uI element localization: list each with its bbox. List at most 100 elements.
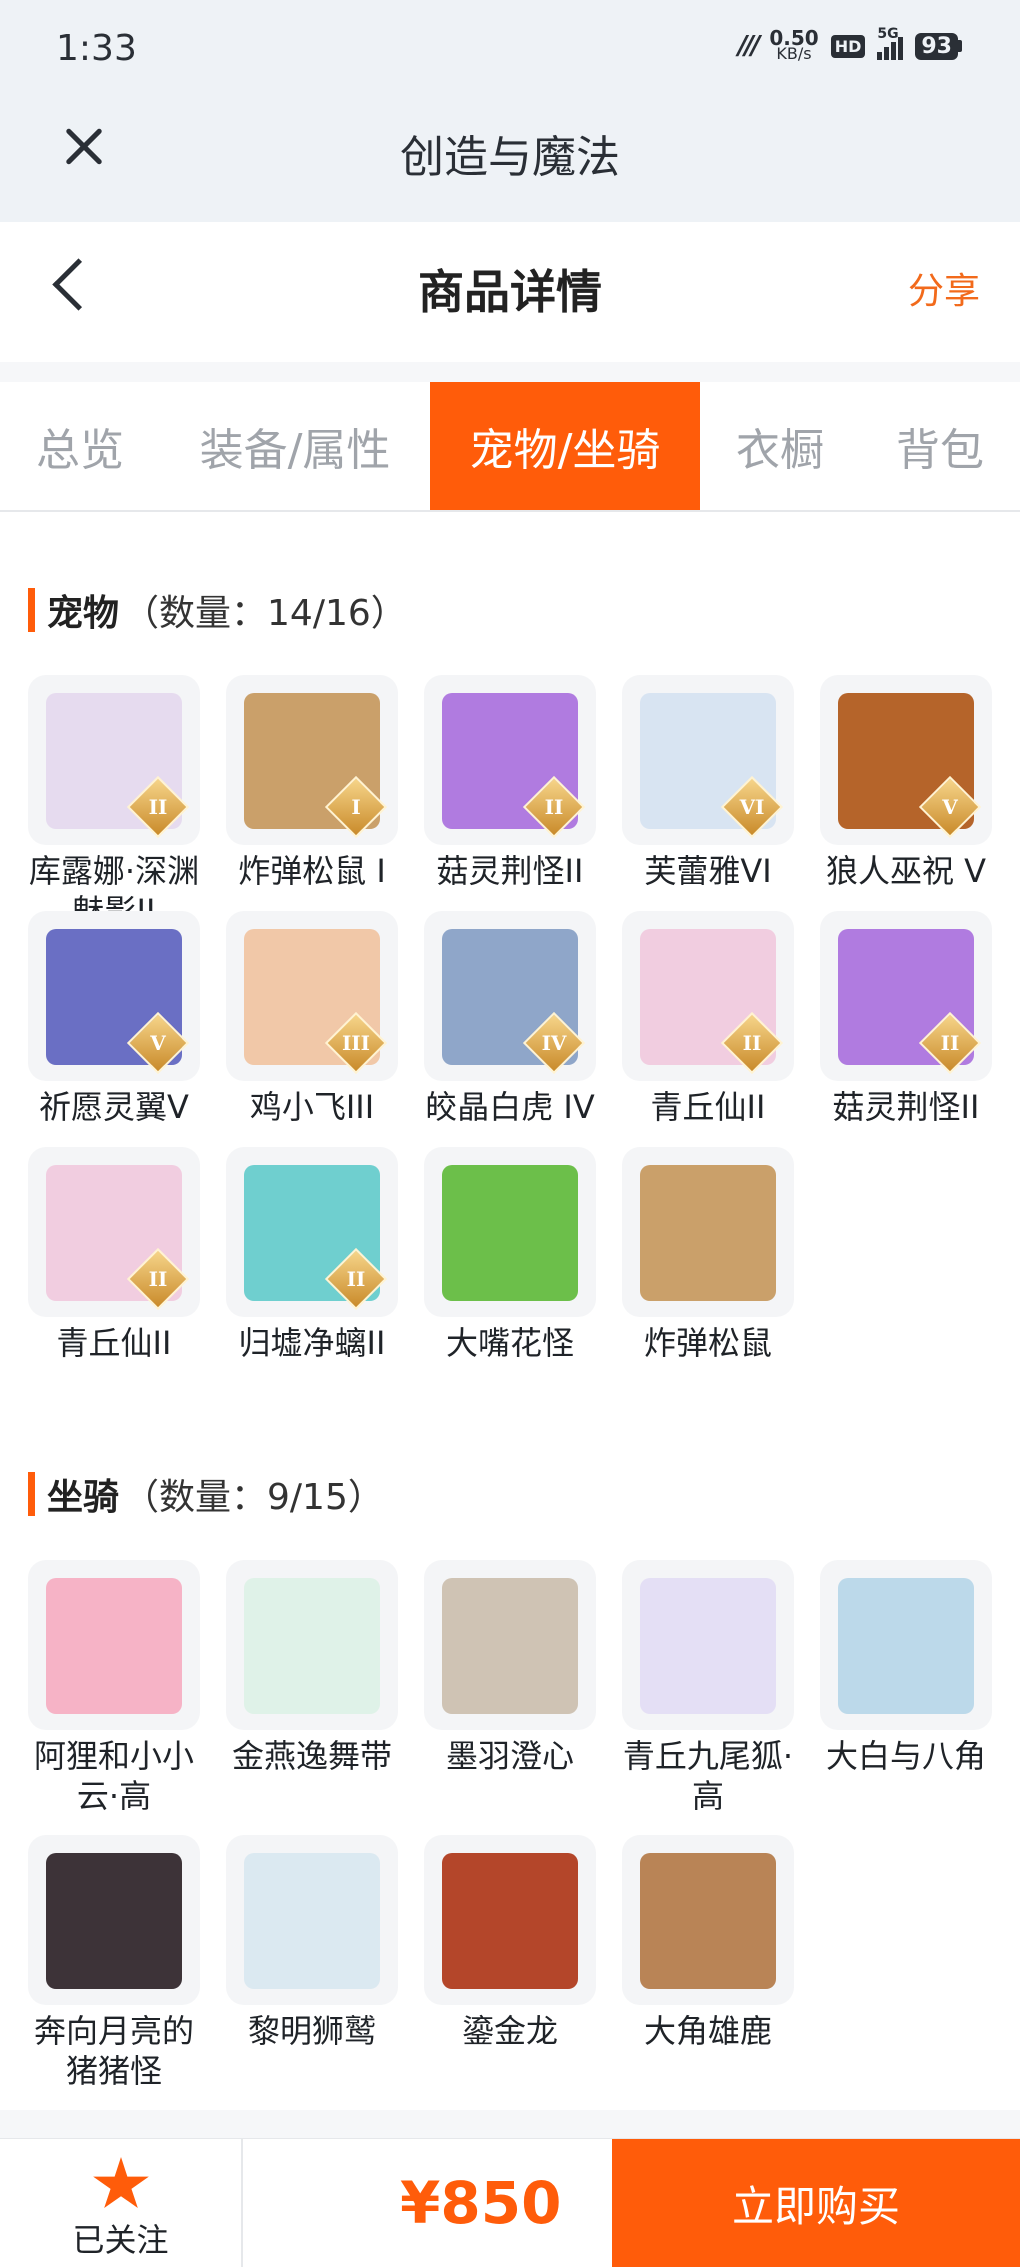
pets-section-title: 宠物 （数量：14/16） [28, 584, 407, 636]
item-thumbnail [424, 1147, 596, 1317]
signal-icon: 5G [877, 26, 904, 60]
item-name: 鸡小飞III [249, 1088, 375, 1126]
mount-item[interactable]: 大角雄鹿 [622, 1835, 794, 2051]
item-thumbnail [622, 1835, 794, 2005]
divider [0, 2110, 1020, 2138]
item-thumbnail [424, 1560, 596, 1730]
pet-item[interactable]: 炸弹松鼠 [622, 1147, 794, 1363]
item-name: 青丘仙II [56, 1324, 172, 1362]
status-indicators: /// 0.50 KB/s HD 5G 93 [737, 26, 962, 63]
item-thumbnail [226, 1560, 398, 1730]
tab-wardrobe[interactable]: 衣橱 [700, 382, 860, 510]
item-name: 芙蕾雅VI [644, 852, 772, 890]
network-activity-icon: /// [737, 31, 760, 61]
item-image [640, 1578, 776, 1714]
item-name: 祈愿灵翼V [39, 1088, 189, 1126]
status-bar: 1:33 /// 0.50 KB/s HD 5G 93 [0, 0, 1020, 105]
pet-item[interactable]: II 菇灵荆怪II [820, 911, 992, 1127]
item-image [640, 1853, 776, 1989]
item-thumbnail [622, 1147, 794, 1317]
mount-item[interactable]: 黎明狮鹫 [226, 1835, 398, 2051]
divider [0, 362, 1020, 382]
pet-item[interactable]: IV 皎晶白虎 IV [424, 911, 596, 1127]
item-name: 炸弹松鼠 I [238, 852, 386, 890]
mount-item[interactable]: 大白与八角 [820, 1560, 992, 1776]
pets-count: （数量：14/16） [123, 593, 407, 634]
item-thumbnail [28, 1835, 200, 2005]
follow-button[interactable]: 已关注 [0, 2139, 243, 2267]
network-type: 5G [877, 26, 899, 42]
mount-item[interactable]: 奔向月亮的猪猪怪 [28, 1835, 200, 2091]
item-thumbnail: VI [622, 675, 794, 845]
buy-now-button[interactable]: 立即购买 [612, 2139, 1020, 2267]
item-thumbnail: II [820, 911, 992, 1081]
pet-item[interactable]: II库露娜·深渊魅影II [28, 675, 200, 931]
item-thumbnail: V [820, 675, 992, 845]
net-speed-unit: KB/s [776, 44, 812, 63]
item-thumbnail: II [28, 675, 200, 845]
item-thumbnail: II [28, 1147, 200, 1317]
pets-title: 宠物 [47, 593, 120, 634]
item-name: 鎏金龙 [461, 2012, 558, 2050]
follow-label: 已关注 [72, 2221, 169, 2259]
item-thumbnail [28, 1560, 200, 1730]
page-header: 商品详情 分享 [0, 222, 1020, 362]
pet-item[interactable]: I 炸弹松鼠 I [226, 675, 398, 891]
item-name: 菇灵荆怪II [832, 1088, 980, 1126]
pet-item[interactable]: II 菇灵荆怪II [424, 675, 596, 891]
item-thumbnail [424, 1835, 596, 2005]
item-thumbnail: I [226, 675, 398, 845]
item-name: 大白与八角 [825, 1737, 986, 1775]
mount-item[interactable]: 墨羽澄心 [424, 1560, 596, 1776]
item-name: 阿狸和小小云·高 [33, 1737, 194, 1815]
pet-item[interactable]: III 鸡小飞III [226, 911, 398, 1127]
share-button[interactable]: 分享 [908, 262, 980, 314]
pet-item[interactable]: VI 芙蕾雅VI [622, 675, 794, 891]
battery-icon: 93 [915, 32, 962, 60]
item-image [442, 1578, 578, 1714]
pet-item[interactable]: 大嘴花怪 [424, 1147, 596, 1363]
app-title: 创造与魔法 [400, 132, 620, 183]
item-name: 奔向月亮的猪猪怪 [33, 2012, 194, 2090]
mount-item[interactable]: 青丘九尾狐·高 [622, 1560, 794, 1816]
tab-overview[interactable]: 总览 [0, 382, 160, 510]
item-name: 金燕逸舞带 [231, 1737, 392, 1775]
pets-grid: II库露娜·深渊魅影III炸弹松鼠 III菇灵荆怪IIVI芙蕾雅VIV狼人巫祝 … [28, 675, 998, 1395]
tab-pets-mounts[interactable]: 宠物/坐骑 [430, 382, 700, 510]
page-title: 商品详情 [418, 265, 602, 319]
item-thumbnail [820, 1560, 992, 1730]
app-bar: 创造与魔法 [0, 105, 1020, 222]
pet-item[interactable]: II 青丘仙II [28, 1147, 200, 1363]
item-image [838, 1578, 974, 1714]
status-time: 1:33 [56, 28, 137, 69]
tab-backpack[interactable]: 背包 [860, 382, 1020, 510]
item-thumbnail: IV [424, 911, 596, 1081]
item-image [46, 1578, 182, 1714]
pet-item[interactable]: II 归墟净螭II [226, 1147, 398, 1363]
item-thumbnail [622, 1560, 794, 1730]
item-name: 黎明狮鹫 [247, 2012, 376, 2050]
mounts-title: 坐骑 [47, 1477, 120, 1518]
item-thumbnail: V [28, 911, 200, 1081]
pet-item[interactable]: V 祈愿灵翼V [28, 911, 200, 1127]
item-thumbnail: III [226, 911, 398, 1081]
pet-item[interactable]: V 狼人巫祝 V [820, 675, 992, 891]
item-thumbnail: II [226, 1147, 398, 1317]
item-name: 墨羽澄心 [445, 1737, 574, 1775]
item-thumbnail [226, 1835, 398, 2005]
item-image [442, 1165, 578, 1301]
item-image [244, 1578, 380, 1714]
mount-item[interactable]: 阿狸和小小云·高 [28, 1560, 200, 1816]
item-name: 归墟净螭II [238, 1324, 386, 1362]
mount-item[interactable]: 金燕逸舞带 [226, 1560, 398, 1776]
net-speed: 0.50 KB/s [769, 28, 818, 63]
star-icon [93, 2157, 149, 2208]
mounts-grid: 阿狸和小小云·高 金燕逸舞带 墨羽澄心 青丘九尾狐·高 大白与八角奔向月亮的猪猪怪 黎明狮… [28, 1560, 998, 2100]
item-name: 青丘九尾狐·高 [622, 1737, 794, 1815]
pet-item[interactable]: II 青丘仙II [622, 911, 794, 1127]
tab-equipment[interactable]: 装备/属性 [160, 382, 430, 510]
item-name: 青丘仙II [650, 1088, 766, 1126]
item-thumbnail: II [622, 911, 794, 1081]
mount-item[interactable]: 鎏金龙 [424, 1835, 596, 2051]
item-image [442, 1853, 578, 1989]
